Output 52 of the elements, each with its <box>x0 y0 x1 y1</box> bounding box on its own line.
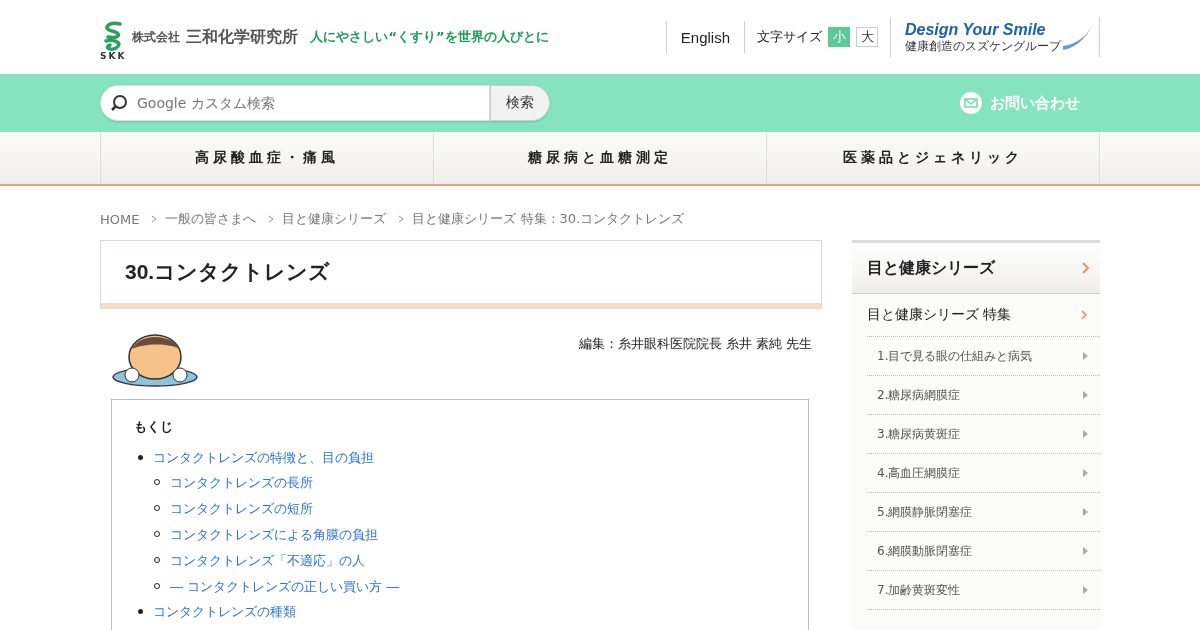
triangle-icon <box>1083 430 1088 438</box>
sidebar-heading[interactable]: 目と健康シリーズ <box>852 240 1100 294</box>
chevron-icon <box>1081 310 1088 320</box>
mail-icon <box>960 92 982 114</box>
sidebar-item[interactable]: 1.目で見る眼の仕組みと病気 <box>867 337 1100 376</box>
sidebar-section-link[interactable]: 目と健康シリーズ 特集 <box>867 294 1100 337</box>
triangle-icon <box>1083 469 1088 477</box>
page-title: 30.コンタクトレンズ <box>125 259 331 285</box>
toc-link[interactable]: コンタクトレンズの特徴と、目の負担 <box>153 450 374 465</box>
triangle-icon <box>1083 352 1088 360</box>
editor-credit: 編集：糸井眼科医院院長 糸井 素純 先生 <box>578 335 812 353</box>
logo-text: SKK <box>100 51 127 61</box>
company-prefix: 株式会社 <box>132 28 181 46</box>
search-button[interactable]: 検索 <box>490 85 550 121</box>
search-field[interactable]: Google カスタム検索 <box>100 85 490 121</box>
toc-heading: もくじ <box>134 418 174 436</box>
company-name: 三和化学研究所 <box>186 26 299 48</box>
toc-link[interactable]: コンタクトレンズによる角膜の負担 <box>170 527 378 542</box>
triangle-icon <box>1083 508 1088 516</box>
breadcrumb-link[interactable]: HOME <box>100 211 140 227</box>
breadcrumb-link[interactable]: 目と健康シリーズ 特集：30.コンタクトレンズ <box>412 210 685 228</box>
toc-link[interactable]: コンタクトレンズの長所 <box>170 475 313 490</box>
partner-tagline: 健康創造のスズケングループ <box>905 39 1061 53</box>
sidebar-item[interactable]: 3.糖尿病黄斑症 <box>867 415 1100 454</box>
tagline: 人にやさしい“くすり”を世界の人びとに <box>310 28 549 46</box>
chevron-icon <box>151 215 158 223</box>
font-size-label: 文字サイズ <box>757 28 822 46</box>
sidebar-item[interactable]: 4.高血圧網膜症 <box>867 454 1100 493</box>
chevron-icon <box>1082 262 1090 274</box>
toc-link[interactable]: コンタクトレンズの種類 <box>153 604 296 619</box>
chevron-icon <box>398 215 405 223</box>
bullet-icon <box>138 609 143 614</box>
toc-link[interactable]: コンタクトレンズ「不適応」の人 <box>170 553 365 568</box>
nav-tab[interactable]: 糖尿病と血糖測定 <box>433 132 768 184</box>
bullet-icon <box>138 455 143 460</box>
nav-tab[interactable]: 高尿酸血症・痛風 <box>100 132 434 184</box>
triangle-icon <box>1083 391 1088 399</box>
triangle-icon <box>1083 547 1088 555</box>
breadcrumb-link[interactable]: 一般の皆さまへ <box>165 210 257 228</box>
partner-logo-text: Design Your Smile <box>905 21 1047 39</box>
breadcrumb-link[interactable]: 目と健康シリーズ <box>282 210 387 228</box>
sidebar-item[interactable]: 2.糖尿病網膜症 <box>867 376 1100 415</box>
sidebar-item[interactable]: 5.網膜静脈閉塞症 <box>867 493 1100 532</box>
font-size-button[interactable]: 大 <box>856 27 878 47</box>
toc-link[interactable]: コンタクトレンズの短所 <box>170 501 313 516</box>
nav-tab[interactable]: 医薬品とジェネリック <box>767 132 1101 184</box>
sidebar-item[interactable]: 6.網膜動脈閉塞症 <box>867 532 1100 571</box>
sidebar-item[interactable]: 7.加齢黄斑変性 <box>867 571 1100 610</box>
chevron-icon <box>268 215 275 223</box>
english-link[interactable]: English <box>665 21 744 53</box>
triangle-icon <box>1083 586 1088 594</box>
toc-link[interactable]: ― コンタクトレンズの正しい買い方 ― <box>170 579 400 594</box>
